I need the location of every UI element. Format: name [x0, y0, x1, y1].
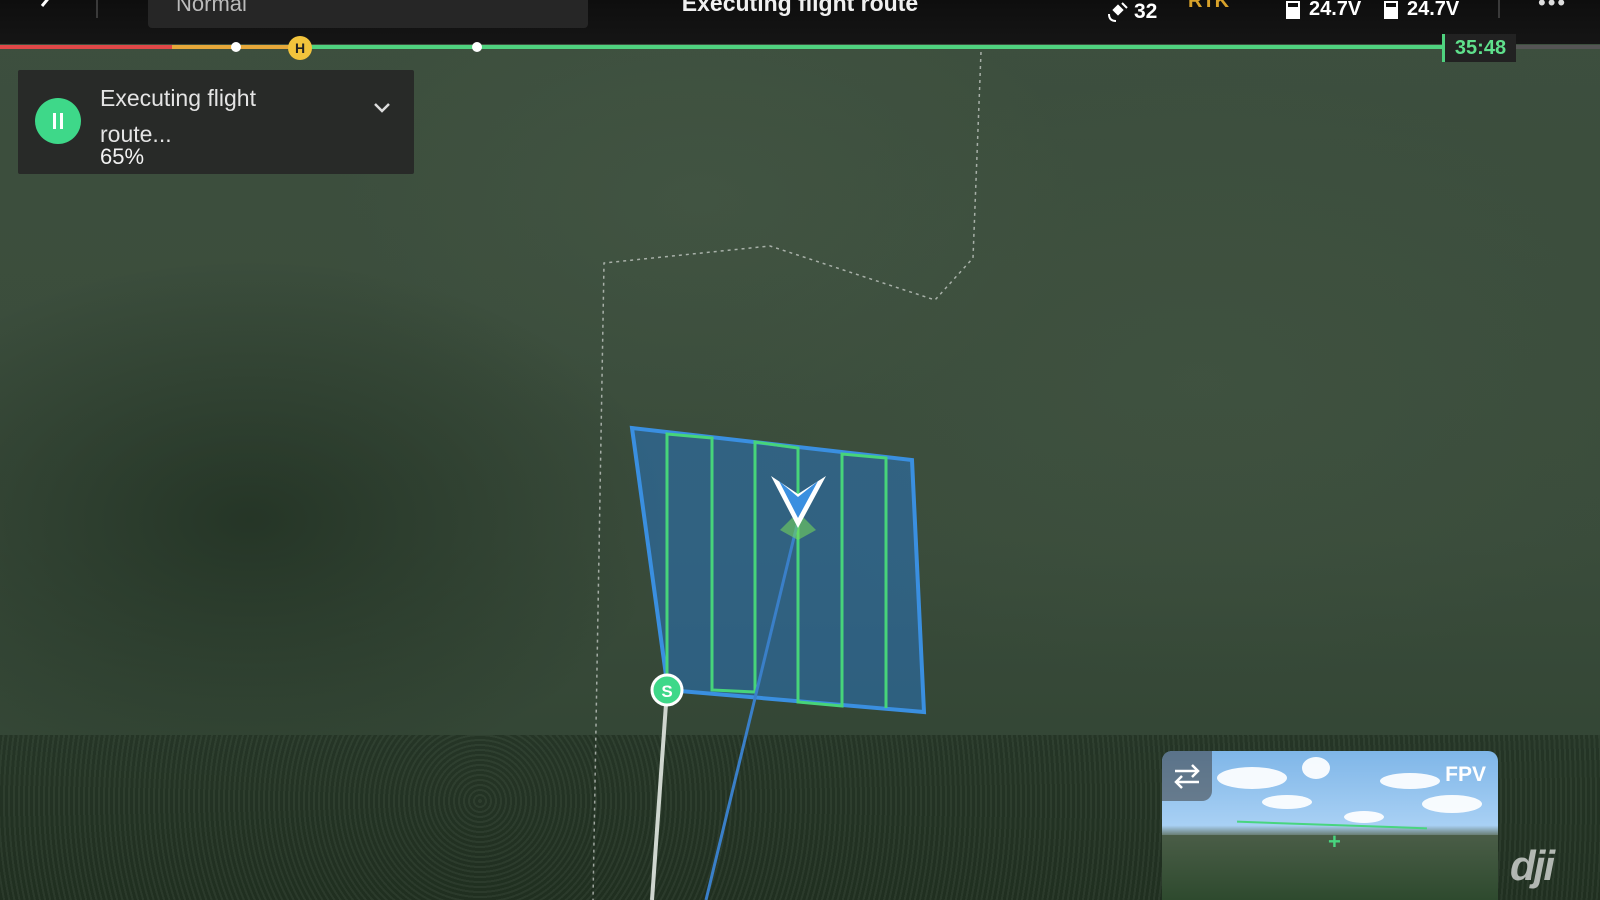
progress-tick [472, 42, 482, 52]
satellite-status[interactable]: 32 [1106, 0, 1157, 24]
dji-logo: dji [1510, 842, 1555, 889]
fpv-crosshair-icon: + [1328, 829, 1341, 854]
remaining-flight-time: 35:48 [1442, 34, 1516, 62]
home-point-marker: H [288, 36, 312, 60]
swap-icon [1174, 764, 1200, 789]
pause-route-button[interactable] [35, 98, 81, 144]
progress-segment-low [0, 45, 172, 49]
satellite-count: 32 [1134, 0, 1158, 23]
more-menu-icon[interactable]: ••• [1538, 0, 1567, 16]
battery-left[interactable]: 24.7V [1286, 0, 1361, 21]
battery-right-voltage: 24.7V [1407, 0, 1460, 20]
route-progress-percent: 65% [100, 144, 145, 169]
fpv-cloud [1380, 773, 1440, 789]
start-marker-label: S [661, 682, 672, 701]
battery-left-voltage: 24.7V [1309, 0, 1362, 20]
fpv-cloud [1262, 795, 1312, 809]
flight-mode-selector[interactable]: Normal [148, 0, 588, 28]
progress-tick [231, 42, 241, 52]
flight-progress-bar [0, 42, 1600, 52]
route-status-label: Executing flight route... [100, 85, 256, 147]
header-divider [96, 0, 98, 18]
swap-view-button[interactable] [1162, 751, 1212, 801]
header-divider [1498, 0, 1500, 18]
battery-icon [1286, 0, 1300, 19]
survey-area [629, 425, 927, 715]
back-icon[interactable] [30, 0, 60, 24]
rtk-status[interactable]: RTK [1188, 0, 1229, 13]
top-status-bar: Normal Executing flight route 32 RTK 24.… [0, 0, 1600, 44]
page-title: Executing flight route [681, 0, 919, 16]
battery-icon [1384, 0, 1398, 19]
fpv-camera-view[interactable]: + FPV [1162, 751, 1498, 900]
satellite-icon [1108, 2, 1128, 22]
route-status-card: Executing flight route... 65% [18, 70, 414, 174]
battery-right[interactable]: 24.7V [1384, 0, 1459, 21]
chevron-down-icon[interactable] [370, 96, 394, 120]
home-tether-line [650, 689, 669, 900]
flight-mode-value: Normal [176, 0, 247, 16]
fpv-cloud [1302, 757, 1330, 779]
fpv-cloud [1217, 767, 1287, 789]
fpv-cloud [1422, 795, 1482, 813]
fpv-label: FPV [1445, 763, 1486, 786]
fpv-cloud [1344, 811, 1384, 823]
